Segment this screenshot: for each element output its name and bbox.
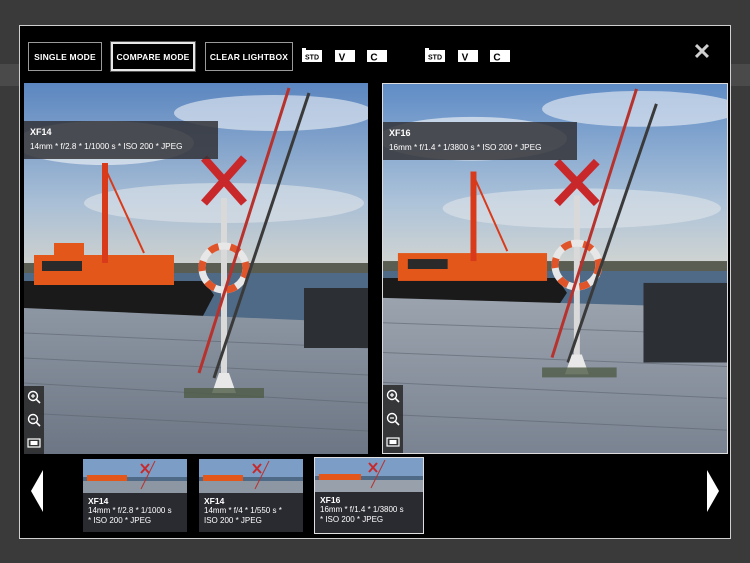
classic-film-icon[interactable]: C: [366, 48, 388, 64]
svg-text:C: C: [493, 53, 500, 64]
toolbar: SINGLE MODE COMPARE MODE CLEAR LIGHTBOX …: [20, 26, 730, 82]
svg-text:V: V: [339, 53, 346, 64]
left-image-info: XF14 14mm * f/2.8 * 1/1000 s * ISO 200 *…: [24, 121, 218, 159]
fit-screen-icon[interactable]: [27, 436, 41, 450]
right-image-viewer[interactable]: XF16 16mm * f/1.4 * 1/3800 s * ISO 200 *…: [382, 83, 728, 454]
zoom-out-icon[interactable]: [386, 412, 400, 426]
svg-text:STD: STD: [428, 55, 442, 62]
right-lens-label: XF16: [389, 128, 411, 138]
std-film-icon-right[interactable]: STD: [424, 48, 446, 64]
left-image-viewer[interactable]: XF14 14mm * f/2.8 * 1/1000 s * ISO 200 *…: [24, 83, 368, 454]
std-film-icon[interactable]: STD: [301, 48, 323, 64]
svg-text:STD: STD: [305, 55, 319, 62]
right-zoom-tools: [383, 385, 403, 453]
velvia-film-icon-right[interactable]: V: [457, 48, 479, 64]
single-mode-button[interactable]: SINGLE MODE: [28, 42, 102, 71]
zoom-out-icon[interactable]: [27, 413, 41, 427]
svg-text:V: V: [462, 53, 469, 64]
prev-arrow-icon[interactable]: [30, 468, 44, 514]
thumbnail-photo: [83, 459, 187, 493]
lightbox-panel: SINGLE MODE COMPARE MODE CLEAR LIGHTBOX …: [19, 25, 731, 539]
thumbnail-2[interactable]: XF14 14mm * f/4 * 1/550 s * ISO 200 * JP…: [199, 459, 303, 532]
zoom-in-icon[interactable]: [386, 389, 400, 403]
next-arrow-icon[interactable]: [706, 468, 720, 514]
thumbnail-caption: XF16 16mm * f/1.4 * 1/3800 s * ISO 200 *…: [315, 492, 423, 533]
thumbnail-1[interactable]: XF14 14mm * f/2.8 * 1/1000 s * ISO 200 *…: [83, 459, 187, 532]
thumbnail-photo: [315, 458, 423, 492]
close-icon[interactable]: ✕: [692, 41, 712, 63]
fit-screen-icon[interactable]: [386, 435, 400, 449]
thumbnail-photo: [199, 459, 303, 493]
svg-text:C: C: [370, 53, 377, 64]
left-zoom-tools: [24, 386, 44, 454]
clear-lightbox-button[interactable]: CLEAR LIGHTBOX: [205, 42, 293, 71]
thumbnail-caption: XF14 14mm * f/2.8 * 1/1000 s * ISO 200 *…: [83, 493, 187, 532]
compare-mode-button[interactable]: COMPARE MODE: [111, 42, 195, 71]
zoom-in-icon[interactable]: [27, 390, 41, 404]
classic-film-icon-right[interactable]: C: [489, 48, 511, 64]
left-lens-label: XF14: [30, 127, 52, 137]
thumbnail-strip: XF14 14mm * f/2.8 * 1/1000 s * ISO 200 *…: [20, 456, 730, 538]
right-specs-label: 16mm * f/1.4 * 1/3800 s * ISO 200 * JPEG: [389, 143, 542, 152]
left-specs-label: 14mm * f/2.8 * 1/1000 s * ISO 200 * JPEG: [30, 142, 183, 151]
velvia-film-icon[interactable]: V: [334, 48, 356, 64]
thumbnail-3[interactable]: XF16 16mm * f/1.4 * 1/3800 s * ISO 200 *…: [314, 457, 424, 534]
thumbnail-caption: XF14 14mm * f/4 * 1/550 s * ISO 200 * JP…: [199, 493, 303, 532]
right-image-info: XF16 16mm * f/1.4 * 1/3800 s * ISO 200 *…: [383, 122, 577, 160]
